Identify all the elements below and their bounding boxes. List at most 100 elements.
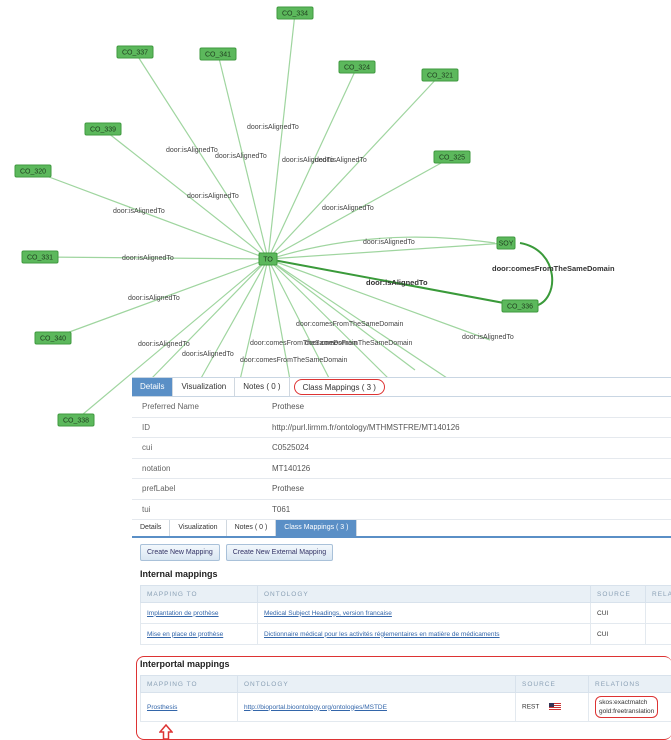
graph-node-label: CO_336 — [507, 304, 533, 311]
edge-label: door:isAlignedTo — [247, 124, 299, 131]
graph-node-label: CO_339 — [90, 127, 116, 134]
ontology-cell: Dictionnaire médical pour les activités … — [257, 623, 591, 645]
graph-node-label: CO_338 — [63, 418, 89, 425]
graph-node[interactable]: CO_337 — [116, 45, 154, 59]
graph-node-label: SOY — [499, 241, 514, 248]
mapping-to-link[interactable]: Mise en place de prothèse — [147, 631, 223, 638]
property-key: tui — [132, 499, 266, 520]
ontology-graph[interactable]: door:isAlignedTodoor:isAlignedTodoor:isA… — [0, 0, 671, 440]
tab-visualization[interactable]: Visualization — [173, 378, 236, 396]
graph-node[interactable]: SOY — [496, 236, 516, 250]
edge-label: door:comesFromTheSameDomain — [296, 321, 403, 328]
graph-node[interactable]: TO — [258, 252, 278, 266]
edge-label: door:isAlignedTo — [366, 278, 428, 287]
property-value: Prothese — [266, 478, 671, 500]
create-external-mapping-button[interactable]: Create New External Mapping — [225, 544, 334, 561]
details-table: Preferred Name Prothese ID http://purl.lir… — [132, 397, 671, 520]
edge-label: door:isAlignedTo — [113, 208, 165, 215]
graph-node[interactable]: CO_336 — [501, 299, 539, 313]
graph-edge — [267, 258, 416, 371]
tab-notes[interactable]: Notes ( 0 ) — [235, 378, 290, 396]
graph-node-label: CO_324 — [344, 65, 370, 72]
column-header: ONTOLOGY — [257, 585, 591, 603]
graph-node-label: CO_321 — [427, 73, 453, 80]
graph-node[interactable]: CO_325 — [433, 150, 471, 164]
graph-node[interactable]: CO_340 — [34, 331, 72, 345]
edge-label: door:comesFromTheSameDomain — [240, 357, 347, 364]
graph-node-label: CO_337 — [122, 50, 148, 57]
mappings-tabs: Details Visualization Notes ( 0 ) Class … — [132, 520, 671, 538]
edge-label: door:comesFromTheSameDomain — [305, 340, 412, 347]
graph-node-label: CO_325 — [439, 155, 465, 162]
column-header: RELA — [645, 585, 671, 603]
mapping-to-cell: Implantation de prothèse — [140, 602, 258, 624]
table-header-row: MAPPING TO ONTOLOGY SOURCE RELA — [140, 585, 671, 603]
graph-node[interactable]: CO_341 — [199, 47, 237, 61]
ontology-cell: Medical Subject Headings, version franca… — [257, 602, 591, 624]
table-row: notation MT140126 — [132, 458, 671, 479]
edge-label: door:isAlignedTo — [462, 334, 514, 341]
ontology-link[interactable]: Medical Subject Headings, version franca… — [264, 610, 392, 617]
edge-label: door:isAlignedTo — [187, 193, 239, 200]
table-row: Implantation de prothèse Medical Subject… — [140, 602, 671, 624]
edge-label: door:comesFromTheSameDomain — [492, 264, 615, 273]
graph-node-label: CO_334 — [282, 11, 308, 18]
graph-node[interactable]: CO_338 — [57, 413, 95, 427]
create-mapping-button[interactable]: Create New Mapping — [140, 544, 220, 561]
tab-class-mappings[interactable]: Class Mappings ( 3 ) — [293, 379, 385, 395]
tab-visualization[interactable]: Visualization — [170, 520, 227, 536]
column-header: SOURCE — [590, 585, 646, 603]
edge-label: door:isAlignedTo — [122, 255, 174, 262]
tab-details[interactable]: Details — [132, 378, 174, 396]
property-value: http://purl.lirmm.fr/ontology/MTHMSTFRE/… — [266, 417, 671, 438]
edge-label: door:isAlignedTo — [315, 157, 367, 164]
table-row: Mise en place de prothèse Dictionnaire m… — [140, 623, 671, 645]
property-value: C0525024 — [266, 437, 671, 459]
property-value: Prothese — [266, 397, 671, 418]
interportal-highlight-box — [136, 656, 671, 740]
graph-edge — [32, 170, 269, 260]
graph-node-label: CO_340 — [40, 336, 66, 343]
graph-node-label: CO_320 — [20, 169, 46, 176]
edge-label: door:isAlignedTo — [182, 351, 234, 358]
graph-node-label: CO_341 — [205, 52, 231, 59]
mapping-buttons: Create New Mapping Create New External M… — [132, 538, 671, 561]
relation-cell — [645, 602, 671, 624]
edge-label: door:isAlignedTo — [128, 295, 180, 302]
mapping-to-cell: Mise en place de prothèse — [140, 623, 258, 645]
edge-label: door:isAlignedTo — [138, 341, 190, 348]
property-key: Preferred Name — [132, 397, 266, 418]
graph-node[interactable]: CO_331 — [21, 250, 59, 264]
graph-edge — [267, 74, 441, 260]
graph-node[interactable]: CO_320 — [14, 164, 52, 178]
graph-node-label: TO — [263, 257, 273, 264]
internal-mappings-table: MAPPING TO ONTOLOGY SOURCE RELA Implanta… — [140, 585, 671, 645]
property-key: ID — [132, 417, 266, 438]
tab-class-mappings[interactable]: Class Mappings ( 3 ) — [276, 520, 358, 536]
graph-node[interactable]: CO_321 — [421, 68, 459, 82]
edge-label: door:isAlignedTo — [166, 147, 218, 154]
edge-label: door:isAlignedTo — [322, 205, 374, 212]
edge-label: door:isAlignedTo — [363, 239, 415, 246]
tab-notes[interactable]: Notes ( 0 ) — [226, 520, 277, 536]
graph-edge — [519, 242, 554, 307]
concept-details-panel: Details Visualization Notes ( 0 ) Class … — [132, 377, 671, 520]
graph-node[interactable]: CO_339 — [84, 122, 122, 136]
property-value: MT140126 — [266, 458, 671, 479]
graph-node[interactable]: CO_324 — [338, 60, 376, 74]
property-key: prefLabel — [132, 478, 266, 500]
column-header: MAPPING TO — [140, 585, 258, 603]
mapping-to-link[interactable]: Implantation de prothèse — [147, 610, 219, 617]
source-cell: CUI — [590, 602, 646, 624]
relation-cell — [645, 623, 671, 645]
edge-label: door:isAlignedTo — [215, 153, 267, 160]
graph-edge — [267, 12, 296, 260]
table-row: tui T061 — [132, 499, 671, 520]
property-value: T061 — [266, 499, 671, 520]
graph-node[interactable]: CO_334 — [276, 6, 314, 20]
table-row: cui C0525024 — [132, 437, 671, 459]
property-key: cui — [132, 437, 266, 459]
ontology-link[interactable]: Dictionnaire médical pour les activités … — [264, 631, 500, 638]
tab-details[interactable]: Details — [132, 520, 171, 536]
table-row: prefLabel Prothese — [132, 478, 671, 500]
